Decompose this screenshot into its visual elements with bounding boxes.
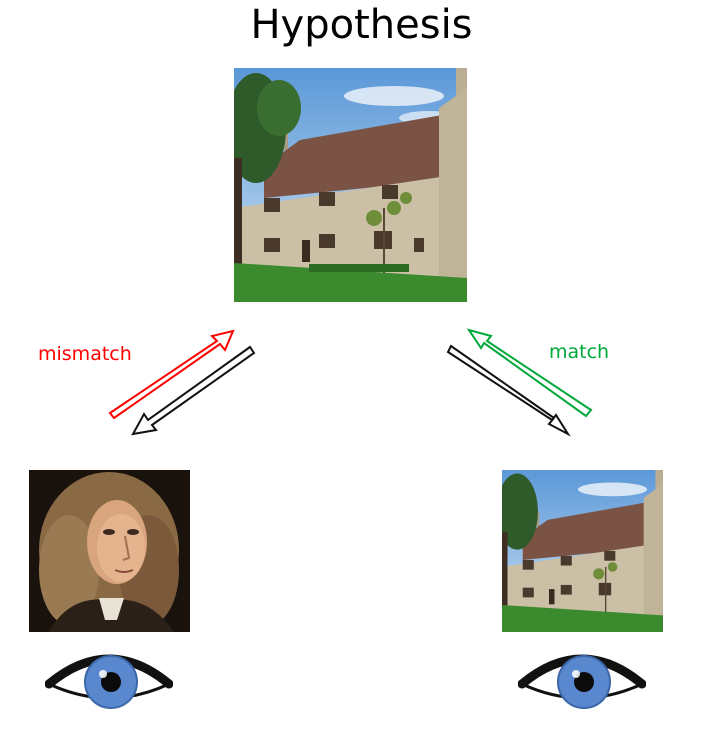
right-eye-icon: [518, 640, 646, 722]
arrows-layer: [108, 328, 593, 437]
observed-house-image: [502, 470, 663, 632]
portrait-image: [29, 470, 190, 632]
left-eye-icon: [45, 640, 173, 722]
observed-house-illustration: [502, 470, 663, 632]
portrait-illustration: [29, 470, 190, 632]
